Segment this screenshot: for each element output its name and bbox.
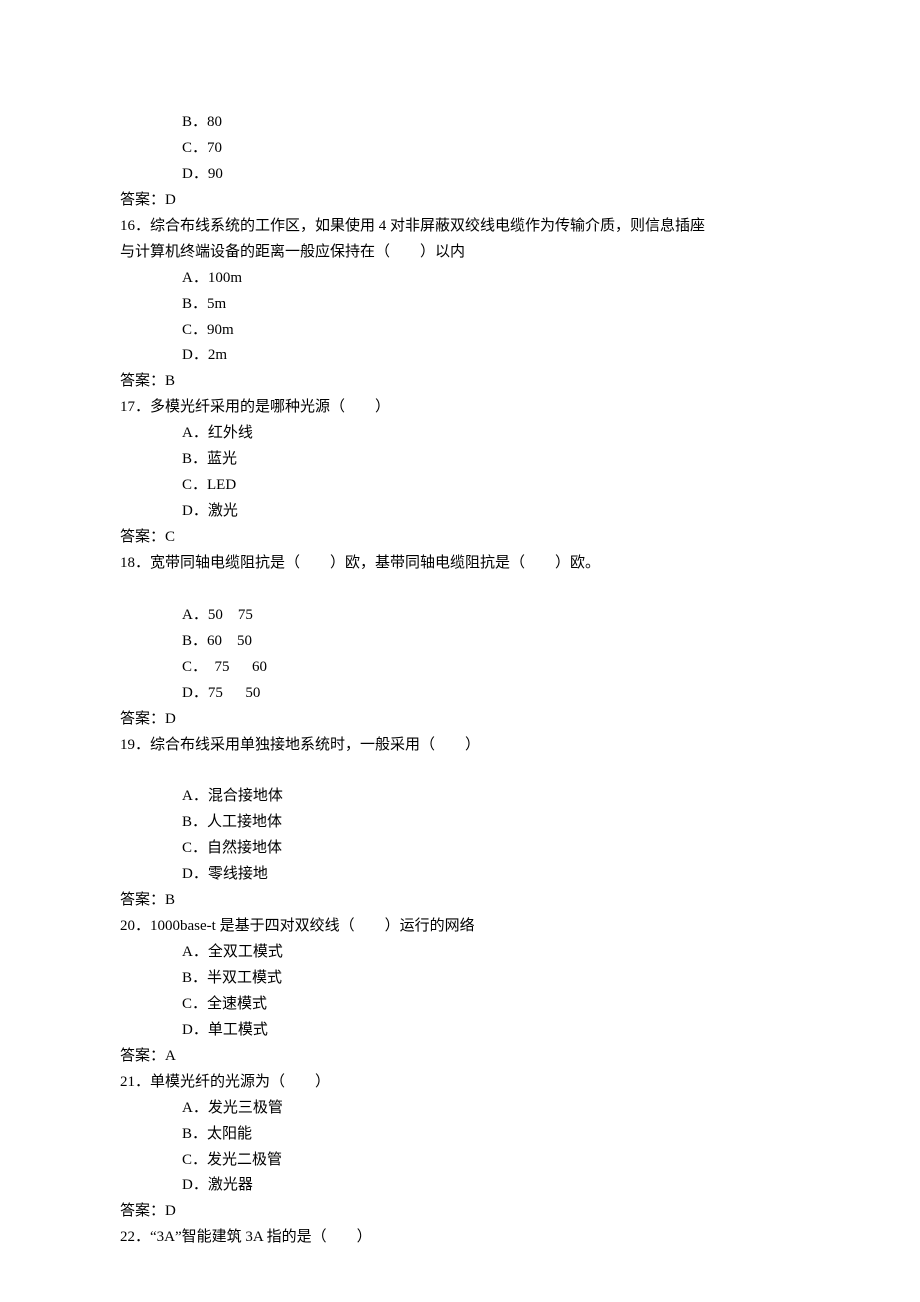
text-line: A．50 75	[120, 603, 800, 629]
text-line: 22．“3A”智能建筑 3A 指的是（ ）	[120, 1225, 800, 1251]
text-line: 17．多模光纤采用的是哪种光源（ ）	[120, 395, 800, 421]
text-line: A．混合接地体	[120, 784, 800, 810]
text-line: D．75 50	[120, 681, 800, 707]
text-line: C．LED	[120, 473, 800, 499]
text-line	[120, 758, 800, 784]
text-line: 答案：C	[120, 525, 800, 551]
text-line: C．全速模式	[120, 992, 800, 1018]
text-line: C． 75 60	[120, 655, 800, 681]
text-line: C．70	[120, 136, 800, 162]
text-line: B．人工接地体	[120, 810, 800, 836]
text-line: 21．单模光纤的光源为（ ）	[120, 1070, 800, 1096]
text-line: D．激光器	[120, 1173, 800, 1199]
text-line: D．零线接地	[120, 862, 800, 888]
text-line: B．蓝光	[120, 447, 800, 473]
text-line: B．半双工模式	[120, 966, 800, 992]
text-line: 19．综合布线采用单独接地系统时，一般采用（ ）	[120, 733, 800, 759]
text-line: A．发光三极管	[120, 1096, 800, 1122]
text-line: B．太阳能	[120, 1122, 800, 1148]
text-line: 答案：B	[120, 888, 800, 914]
text-line: C．发光二极管	[120, 1148, 800, 1174]
text-line: 答案：D	[120, 1199, 800, 1225]
text-line: B．60 50	[120, 629, 800, 655]
text-line: 答案：D	[120, 707, 800, 733]
text-line: 18．宽带同轴电缆阻抗是（ ）欧，基带同轴电缆阻抗是（ ）欧。	[120, 551, 800, 577]
text-line: C．90m	[120, 318, 800, 344]
text-line: 16．综合布线系统的工作区，如果使用 4 对非屏蔽双绞线电缆作为传输介质，则信息…	[120, 214, 800, 240]
text-line: 与计算机终端设备的距离一般应保持在（ ）以内	[120, 240, 800, 266]
text-line: D．单工模式	[120, 1018, 800, 1044]
text-line: C．自然接地体	[120, 836, 800, 862]
text-line: B．5m	[120, 292, 800, 318]
text-line: D．激光	[120, 499, 800, 525]
text-line: 答案：A	[120, 1044, 800, 1070]
text-line: A．全双工模式	[120, 940, 800, 966]
text-line: D．2m	[120, 343, 800, 369]
text-line: 答案：B	[120, 369, 800, 395]
text-line: 20．1000base-t 是基于四对双绞线（ ）运行的网络	[120, 914, 800, 940]
text-line: B．80	[120, 110, 800, 136]
text-line: D．90	[120, 162, 800, 188]
text-line: A．100m	[120, 266, 800, 292]
text-line: 答案：D	[120, 188, 800, 214]
text-line: A．红外线	[120, 421, 800, 447]
text-line	[120, 577, 800, 603]
